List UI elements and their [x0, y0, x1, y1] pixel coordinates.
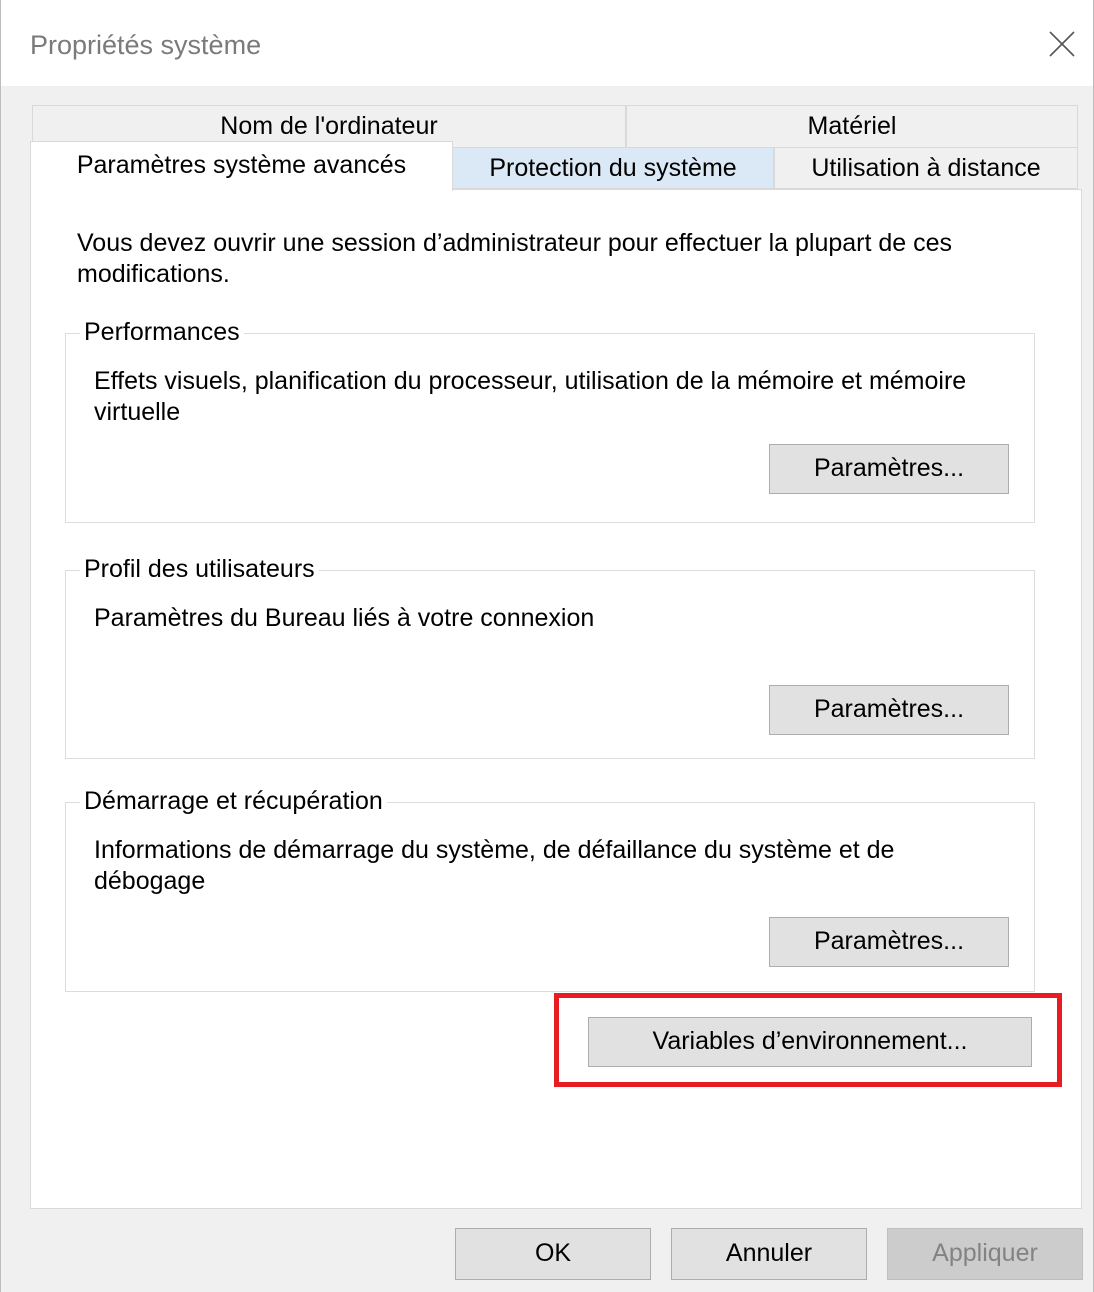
window-title: Propriétés système — [30, 30, 262, 60]
performance-group: Performances Effets visuels, planificati… — [65, 316, 1035, 523]
tab-advanced-settings[interactable]: Paramètres système avancés — [30, 141, 453, 191]
user-profiles-settings-button[interactable]: Paramètres... — [769, 685, 1009, 735]
user-profiles-description: Paramètres du Bureau liés à votre connex… — [94, 604, 595, 632]
startup-recovery-legend: Démarrage et récupération — [80, 785, 387, 817]
tab-remote[interactable]: Utilisation à distance — [774, 147, 1078, 189]
startup-recovery-description: Informations de démarrage du système, de… — [94, 836, 895, 895]
startup-recovery-group: Démarrage et récupération Informations d… — [65, 785, 1035, 992]
performance-legend: Performances — [80, 316, 244, 348]
tab-hardware[interactable]: Matériel — [626, 105, 1078, 147]
close-button[interactable] — [1031, 18, 1093, 74]
admin-notice: Vous devez ouvrir une session d’administ… — [77, 229, 953, 288]
ok-button[interactable]: OK — [455, 1228, 651, 1280]
highlight-box — [554, 993, 1062, 1087]
apply-button[interactable]: Appliquer — [887, 1228, 1083, 1280]
system-properties-dialog: Propriétés système Nom de l'ordinateur M… — [0, 0, 1094, 1292]
close-icon — [1049, 31, 1075, 57]
tab-system-protection[interactable]: Protection du système — [452, 147, 774, 189]
user-profiles-group: Profil des utilisateurs Paramètres du Bu… — [65, 553, 1035, 759]
user-profiles-legend: Profil des utilisateurs — [80, 553, 319, 585]
title-bar: Propriétés système — [1, 0, 1093, 86]
cancel-button[interactable]: Annuler — [671, 1228, 867, 1280]
performance-description: Effets visuels, planification du process… — [94, 367, 967, 426]
startup-recovery-settings-button[interactable]: Paramètres... — [769, 917, 1009, 967]
performance-settings-button[interactable]: Paramètres... — [769, 444, 1009, 494]
